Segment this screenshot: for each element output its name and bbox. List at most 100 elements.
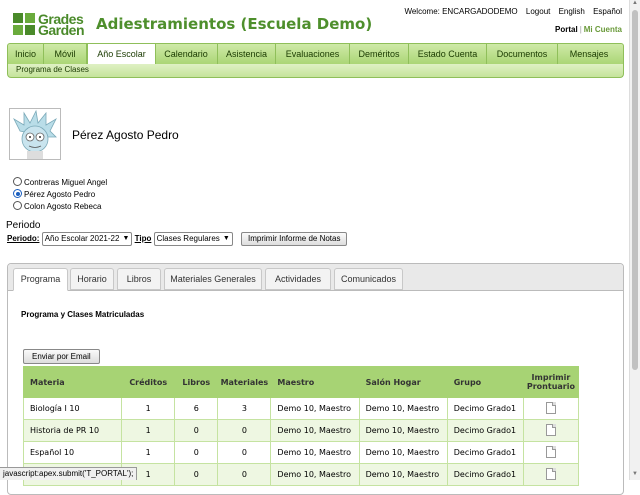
scroll-down-icon[interactable]: ▼ [630,471,640,480]
cell-salon-hogar: Demo 10, Maestro [358,419,448,442]
student-option[interactable]: Pérez Agosto Pedro [13,189,107,201]
tab-panel: Programa Horario Libros Materiales Gener… [7,263,624,495]
portal-link[interactable]: Portal [555,25,578,34]
mi-cuenta-link[interactable]: Mi Cuenta [584,25,622,34]
portal-separator: | [579,25,582,34]
cell-materiales: 0 [217,463,272,486]
nav-estado-cuenta[interactable]: Estado Cuenta [409,44,487,65]
chevron-down-icon: ▼ [222,235,230,242]
nav-calendario[interactable]: Calendario [155,44,218,65]
radio-button[interactable] [13,201,22,211]
cell-print [522,419,580,442]
cell-creditos: 1 [121,441,176,464]
document-icon[interactable] [545,423,556,436]
cell-print [522,463,580,486]
student-option[interactable]: Colon Agosto Rebeca [13,201,107,213]
espanol-link[interactable]: Español [593,7,622,16]
radio-button-selected[interactable] [13,189,22,199]
document-icon[interactable] [545,467,556,480]
scroll-up-icon[interactable]: ▲ [630,0,640,9]
tab-actividades[interactable]: Actividades [265,268,331,290]
tab-comunicados[interactable]: Comunicados [334,268,403,290]
cell-maestro: Demo 10, Maestro [270,441,360,464]
avatar-image-icon [10,109,60,159]
section-title: Programa y Clases Matriculadas [21,310,145,319]
app-title: Adiestramientos (Escuela Demo) [96,15,373,33]
filter-row: Periodo: Año Escolar 2021-22 ▼ Tipo Clase… [7,232,348,246]
tab-bar: Programa Horario Libros Materiales Gener… [8,264,623,291]
print-report-button[interactable]: Imprimir Informe de Notas [241,232,348,246]
cell-materia: Historia de PR 10 [22,419,123,442]
english-link[interactable]: English [559,7,585,16]
top-links: Welcome: ENCARGADODEMO Logout English Es… [398,7,622,16]
portal-switch: Portal | Mi Cuenta [555,25,622,34]
col-grupo[interactable]: Grupo [446,366,524,398]
grades-garden-logo[interactable]: Grades Garden [12,11,86,38]
student-name: Pérez Agosto Pedro [72,128,179,142]
tab-programa[interactable]: Programa [13,268,68,291]
subnav-programa-de-clases[interactable]: Programa de Clases [16,65,89,74]
logo-text-line2: Garden [38,22,85,38]
col-creditos[interactable]: Créditos [121,366,176,398]
cell-grupo: Decimo Grado1 [446,397,524,420]
chevron-down-icon: ▼ [122,235,130,242]
sub-nav: Programa de Clases [7,64,624,78]
student-option-label: Contreras Miguel Angel [24,178,108,187]
tab-materiales-generales[interactable]: Materiales Generales [164,268,262,290]
cell-materia: Español 10 [22,441,123,464]
col-maestro[interactable]: Maestro [270,366,360,398]
page-scrollbar[interactable]: ▲ ▼ [629,0,640,480]
student-selector: Contreras Miguel Angel Pérez Agosto Pedr… [13,177,107,213]
cell-salon-hogar: Demo 10, Maestro [358,397,448,420]
cell-materiales: 3 [217,397,272,420]
periodo-heading: Periodo [6,220,41,231]
col-salon-hogar[interactable]: Salón Hogar [358,366,448,398]
tab-horario[interactable]: Horario [70,268,114,290]
periodo-select[interactable]: Año Escolar 2021-22 ▼ [41,232,133,246]
table-row: Biología I 10 1 6 3 Demo 10, Maestro Dem… [22,397,580,420]
cell-libros: 6 [174,397,219,420]
status-bar: javascript:apex.submit('T_PORTAL'); [0,467,138,480]
scrollbar-thumb[interactable] [632,10,638,370]
nav-documentos[interactable]: Documentos [487,44,558,65]
nav-inicio[interactable]: Inicio [8,44,44,65]
student-avatar [9,108,61,160]
cell-maestro: Demo 10, Maestro [270,419,360,442]
col-materia[interactable]: Materia [22,366,123,398]
periodo-label: Periodo: [7,234,40,244]
col-imprimir-prontuario: Imprimir Prontuario [522,366,580,398]
nav-mensajes[interactable]: Mensajes [558,44,620,65]
nav-evaluaciones[interactable]: Evaluaciones [276,44,350,65]
nav-asistencia[interactable]: Asistencia [218,44,276,65]
welcome-text: Welcome: ENCARGADODEMO [404,7,518,16]
col-libros[interactable]: Libros [174,366,219,398]
logout-link[interactable]: Logout [526,7,550,16]
periodo-select-value: Año Escolar 2021-22 [44,234,120,243]
cell-creditos: 1 [121,397,176,420]
radio-button[interactable] [13,177,22,187]
cell-materiales: 0 [217,419,272,442]
cell-libros: 0 [174,463,219,486]
logo-mark-icon [13,13,35,35]
tipo-select[interactable]: Clases Regulares ▼ [153,232,233,246]
student-option[interactable]: Contreras Miguel Angel [13,177,107,189]
student-option-label: Colon Agosto Rebeca [24,202,102,211]
cell-maestro: Demo 10, Maestro [270,463,360,486]
nav-movil[interactable]: Móvil [44,44,87,65]
table-header-row: Materia Créditos Libros Materiales Maest… [22,366,580,398]
send-email-button[interactable]: Enviar por Email [23,349,100,364]
main-nav: Inicio Móvil Año Escolar Calendario Asis… [7,43,624,67]
cell-print [522,397,580,420]
col-materiales[interactable]: Materiales [217,366,272,398]
cell-salon-hogar: Demo 10, Maestro [358,441,448,464]
tipo-select-value: Clases Regulares [156,234,220,243]
nav-demeritos[interactable]: Deméritos [350,44,409,65]
cell-grupo: Decimo Grado1 [446,441,524,464]
document-icon[interactable] [545,401,556,414]
cell-print [522,441,580,464]
student-option-label: Pérez Agosto Pedro [24,190,96,199]
cell-salon-hogar: Demo 10, Maestro [358,463,448,486]
cell-grupo: Decimo Grado1 [446,419,524,442]
document-icon[interactable] [545,445,556,458]
tab-libros[interactable]: Libros [117,268,161,290]
